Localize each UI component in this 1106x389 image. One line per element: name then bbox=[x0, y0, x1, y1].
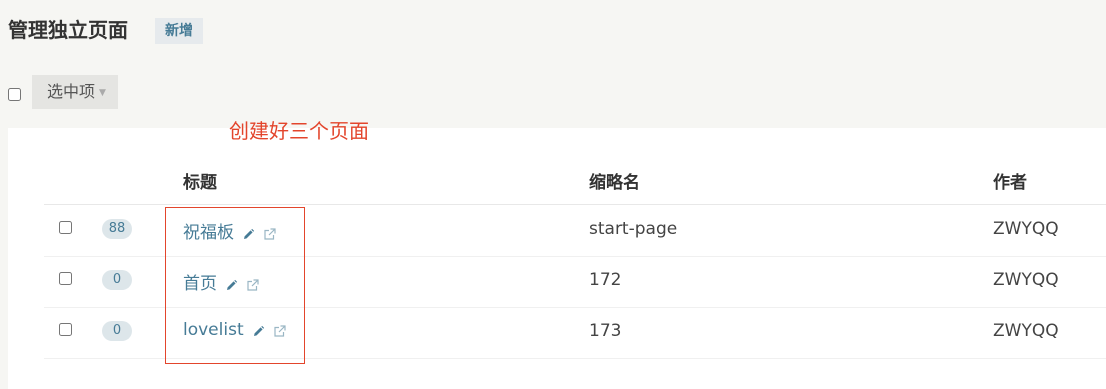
page-title-text[interactable]: 首页 bbox=[183, 274, 217, 294]
comment-count-badge[interactable]: 0 bbox=[102, 270, 132, 290]
table-row: 0 lovelist 173 ZWYQQ bbox=[44, 307, 1106, 359]
annotation-text: 创建好三个页面 bbox=[229, 119, 369, 143]
select-all-checkbox[interactable] bbox=[8, 88, 21, 101]
comment-count-badge[interactable]: 88 bbox=[102, 219, 132, 239]
page-title-link[interactable]: lovelist bbox=[183, 320, 286, 341]
pencil-icon[interactable] bbox=[252, 325, 265, 338]
column-header-slug: 缩略名 bbox=[589, 173, 640, 193]
comment-count-badge[interactable]: 0 bbox=[102, 321, 132, 341]
external-link-icon[interactable] bbox=[263, 227, 276, 241]
pencil-icon[interactable] bbox=[242, 228, 255, 241]
add-page-button[interactable]: 新增 bbox=[155, 18, 203, 44]
table-row: 0 首页 172 ZWYQQ bbox=[44, 256, 1106, 308]
pages-table: 标题 缩略名 作者 88 祝福板 start-page ZWYQQ 0 首页 1… bbox=[8, 128, 1106, 389]
page-author: ZWYQQ bbox=[993, 270, 1059, 290]
page-slug: 173 bbox=[589, 321, 622, 341]
pencil-icon[interactable] bbox=[225, 279, 238, 292]
table-row: 88 祝福板 start-page ZWYQQ bbox=[44, 205, 1106, 257]
selected-items-label: 选中项 bbox=[47, 82, 96, 101]
caret-down-icon: ▼ bbox=[99, 87, 106, 98]
column-header-author: 作者 bbox=[993, 173, 1027, 193]
row-checkbox[interactable] bbox=[59, 221, 72, 234]
column-header-title: 标题 bbox=[183, 173, 217, 193]
row-checkbox[interactable] bbox=[59, 272, 72, 285]
page-title-text[interactable]: lovelist bbox=[183, 320, 244, 340]
external-link-icon[interactable] bbox=[273, 324, 286, 338]
page-slug: 172 bbox=[589, 270, 622, 290]
external-link-icon[interactable] bbox=[246, 278, 259, 292]
selected-items-dropdown[interactable]: 选中项 ▼ bbox=[32, 75, 118, 109]
page-slug: start-page bbox=[589, 219, 678, 239]
page-title: 管理独立页面 bbox=[8, 18, 128, 42]
row-checkbox[interactable] bbox=[59, 323, 72, 336]
page-title-link[interactable]: 祝福板 bbox=[183, 218, 276, 244]
page-title-link[interactable]: 首页 bbox=[183, 269, 259, 295]
page-title-text[interactable]: 祝福板 bbox=[183, 223, 234, 243]
page-author: ZWYQQ bbox=[993, 321, 1059, 341]
page-author: ZWYQQ bbox=[993, 219, 1059, 239]
